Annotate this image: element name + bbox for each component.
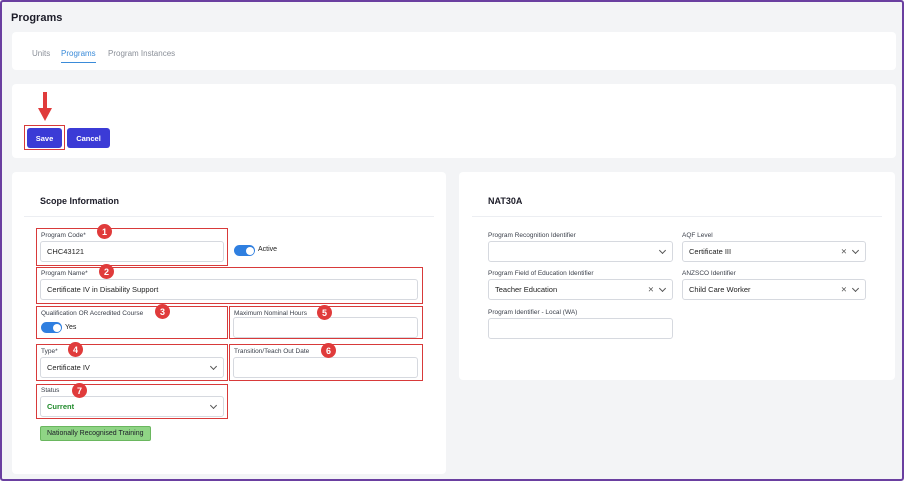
status-value: Current	[47, 402, 75, 411]
program-name-value: Certificate IV in Disability Support	[47, 285, 159, 294]
annotation-1: 1	[97, 224, 112, 239]
chevron-down-icon	[851, 246, 860, 254]
aqf-value: Certificate III	[689, 247, 732, 256]
transition-label: Transition/Teach Out Date	[234, 348, 310, 355]
annotation-6: 6	[321, 343, 336, 358]
nat-divider	[472, 216, 882, 217]
annotation-4: 4	[68, 342, 83, 357]
tab-program-instances[interactable]: Program Instances	[108, 49, 175, 58]
qualification-toggle[interactable]	[41, 322, 62, 333]
tabs-card: Units Programs Program Instances	[12, 32, 896, 70]
annotation-3: 3	[155, 304, 170, 319]
chevron-down-icon	[658, 284, 667, 292]
field-of-education-select[interactable]: Teacher Education ✕	[488, 279, 673, 300]
recognition-label: Program Recognition Identifier	[488, 232, 576, 239]
aqf-select[interactable]: Certificate III ✕	[682, 241, 866, 262]
program-name-input[interactable]: Certificate IV in Disability Support	[40, 279, 418, 300]
annotation-5: 5	[317, 305, 332, 320]
aqf-label: AQF Level	[682, 232, 713, 239]
cancel-button[interactable]: Cancel	[67, 128, 110, 148]
max-hours-label: Maximum Nominal Hours	[234, 310, 307, 317]
program-code-value: CHC43121	[47, 247, 85, 256]
page-title: Programs	[11, 12, 63, 24]
anzsco-select[interactable]: Child Care Worker ✕	[682, 279, 866, 300]
type-select[interactable]: Certificate IV	[40, 357, 224, 378]
status-select[interactable]: Current	[40, 396, 224, 417]
chevron-down-icon	[851, 284, 860, 292]
field-of-education-label: Program Field of Education Identifier	[488, 270, 594, 277]
chevron-down-icon	[658, 246, 667, 254]
clear-icon[interactable]: ✕	[841, 285, 847, 294]
max-hours-input[interactable]	[233, 317, 418, 338]
tab-programs[interactable]: Programs	[61, 49, 96, 63]
scope-divider	[24, 216, 434, 217]
annotation-7: 7	[72, 383, 87, 398]
tab-units[interactable]: Units	[32, 49, 50, 58]
transition-date-input[interactable]	[233, 357, 418, 378]
recognition-select[interactable]	[488, 241, 673, 262]
field-of-education-value: Teacher Education	[495, 285, 558, 294]
actions-card	[12, 84, 896, 158]
program-code-input[interactable]: CHC43121	[40, 241, 224, 262]
nat-title: NAT30A	[488, 196, 523, 206]
anzsco-value: Child Care Worker	[689, 285, 751, 294]
program-code-label: Program Code*	[41, 232, 86, 239]
clear-icon[interactable]: ✕	[841, 247, 847, 256]
qualification-toggle-label: Yes	[65, 324, 77, 331]
annotation-2: 2	[99, 264, 114, 279]
type-value: Certificate IV	[47, 363, 90, 372]
type-label: Type*	[41, 348, 58, 355]
local-id-input[interactable]	[488, 318, 673, 339]
arrow-down-icon	[38, 92, 52, 121]
program-name-label: Program Name*	[41, 270, 88, 277]
save-button[interactable]: Save	[27, 128, 62, 148]
qualification-label: Qualification OR Accredited Course	[41, 310, 144, 317]
active-label: Active	[258, 246, 278, 253]
chevron-down-icon	[209, 362, 218, 370]
chevron-down-icon	[209, 401, 218, 409]
clear-icon[interactable]: ✕	[648, 285, 654, 294]
anzsco-label: ANZSCO Identifier	[682, 270, 736, 277]
active-toggle[interactable]	[234, 245, 255, 256]
scope-title: Scope Information	[40, 196, 120, 206]
nationally-recognised-badge: Nationally Recognised Training	[40, 426, 151, 441]
status-label: Status	[41, 387, 60, 394]
local-id-label: Program Identifier - Local (WA)	[488, 309, 578, 316]
